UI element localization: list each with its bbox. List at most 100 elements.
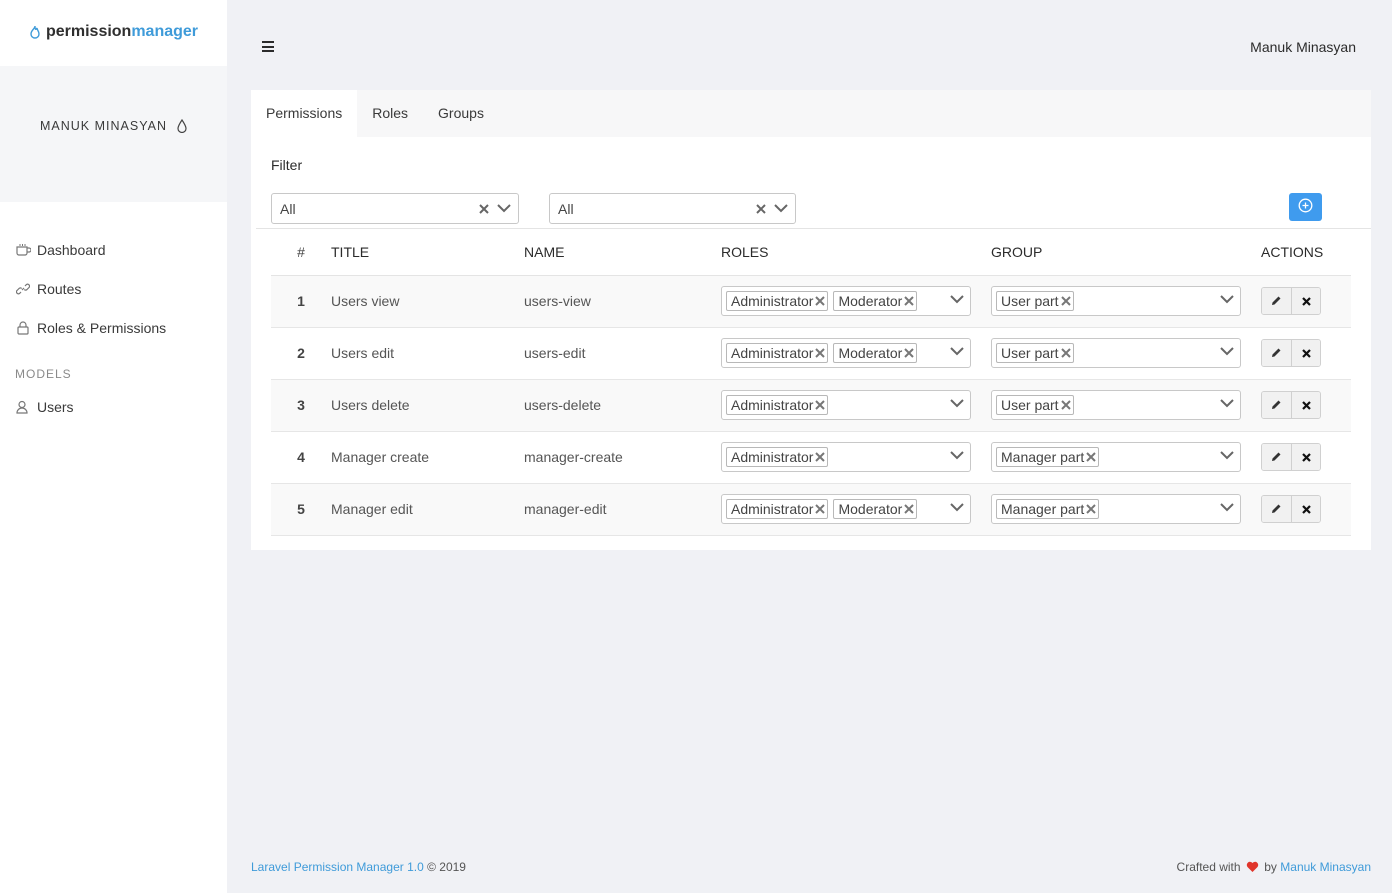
pencil-icon [1271, 345, 1282, 361]
role-tag: Moderator [833, 499, 918, 519]
role-tag: Administrator [726, 499, 829, 519]
filter-groups-select[interactable]: All [549, 193, 796, 224]
tab-permissions[interactable]: Permissions [251, 90, 358, 137]
chevron-down-icon[interactable] [950, 451, 964, 460]
chevron-down-icon[interactable] [950, 295, 964, 304]
edit-button[interactable] [1262, 288, 1291, 314]
remove-tag-icon[interactable] [904, 296, 914, 306]
group-multiselect[interactable]: User part [991, 286, 1241, 316]
group-multiselect[interactable]: Manager part [991, 494, 1241, 524]
cell-title: Users edit [331, 327, 524, 380]
column-header-actions: ACTIONS [1261, 229, 1351, 276]
group-multiselect[interactable]: User part [991, 338, 1241, 368]
tab-roles[interactable]: Roles [357, 90, 423, 137]
tag-label: User part [1001, 345, 1059, 361]
cell-actions [1261, 431, 1351, 484]
tag-label: Moderator [838, 293, 903, 309]
roles-multiselect[interactable]: Administrator [721, 390, 971, 420]
edit-button[interactable] [1262, 340, 1291, 366]
remove-tag-icon[interactable] [815, 296, 826, 306]
tag-label: Moderator [838, 345, 903, 361]
app-logo[interactable]: permission manager [0, 0, 227, 66]
add-permission-button[interactable] [1289, 193, 1322, 221]
sidebar-item-roles-permissions[interactable]: Roles & Permissions [0, 308, 227, 347]
footer-author-link[interactable]: Manuk Minasyan [1280, 860, 1371, 874]
times-icon [1301, 397, 1311, 413]
delete-button[interactable] [1291, 288, 1320, 314]
remove-tag-icon[interactable] [815, 452, 826, 462]
table-header-row: # TITLE NAME ROLES GROUP ACTIONS [271, 229, 1351, 276]
roles-multiselect[interactable]: Administrator Moderator [721, 494, 971, 524]
pencil-icon [1271, 397, 1282, 413]
sidebar-user-name: MANUK MINASYAN [40, 119, 167, 133]
link-icon [15, 281, 31, 297]
delete-button[interactable] [1291, 392, 1320, 418]
sidebar-section-models: MODELS [15, 367, 72, 381]
group-multiselect[interactable]: Manager part [991, 442, 1241, 472]
edit-button[interactable] [1262, 444, 1291, 470]
sidebar-item-routes[interactable]: Routes [0, 269, 227, 308]
tab-groups[interactable]: Groups [423, 90, 499, 137]
tag-label: Administrator [731, 293, 814, 309]
delete-button[interactable] [1291, 496, 1320, 522]
chevron-down-icon[interactable] [1220, 503, 1234, 512]
filter-roles-select[interactable]: All [271, 193, 519, 224]
remove-tag-icon[interactable] [815, 400, 826, 410]
tag-label: User part [1001, 293, 1059, 309]
chevron-down-icon[interactable] [1220, 295, 1234, 304]
roles-multiselect[interactable]: Administrator Moderator [721, 338, 971, 368]
cell-num: 4 [271, 431, 331, 484]
column-header-num: # [271, 229, 331, 276]
footer-product-link[interactable]: Laravel Permission Manager 1.0 [251, 860, 424, 874]
remove-tag-icon[interactable] [815, 348, 826, 358]
cell-roles: Administrator [721, 379, 991, 432]
cell-group: User part [991, 327, 1261, 380]
chevron-down-icon[interactable] [950, 347, 964, 356]
cell-roles: Administrator Moderator [721, 327, 991, 380]
chevron-down-icon[interactable] [773, 204, 789, 213]
edit-button[interactable] [1262, 392, 1291, 418]
cell-group: User part [991, 275, 1261, 328]
chevron-down-icon[interactable] [1220, 347, 1234, 356]
sidebar-nav: Dashboard Routes Roles & Permissions MOD… [0, 202, 227, 426]
table-row: 4 Manager create manager-create Administrat… [271, 431, 1351, 484]
remove-tag-icon[interactable] [1060, 296, 1071, 306]
roles-multiselect[interactable]: Administrator [721, 442, 971, 472]
tag-label: Administrator [731, 397, 814, 413]
clear-icon[interactable] [754, 203, 768, 214]
chevron-down-icon[interactable] [1220, 451, 1234, 460]
group-multiselect[interactable]: User part [991, 390, 1241, 420]
sidebar-user-panel: MANUK MINASYAN [0, 66, 227, 202]
edit-button[interactable] [1262, 496, 1291, 522]
role-tag: Moderator [833, 343, 918, 363]
coffee-cup-icon [15, 242, 31, 258]
remove-tag-icon[interactable] [1086, 504, 1096, 514]
chevron-down-icon[interactable] [950, 399, 964, 408]
cell-group: Manager part [991, 483, 1261, 536]
sidebar-item-users[interactable]: Users [0, 387, 227, 426]
sidebar-item-dashboard[interactable]: Dashboard [0, 230, 227, 269]
delete-button[interactable] [1291, 444, 1320, 470]
header-user-name[interactable]: Manuk Minasyan [1250, 39, 1356, 55]
remove-tag-icon[interactable] [1086, 452, 1096, 462]
remove-tag-icon[interactable] [1060, 348, 1071, 358]
cell-actions [1261, 379, 1351, 432]
remove-tag-icon[interactable] [904, 348, 914, 358]
roles-multiselect[interactable]: Administrator Moderator [721, 286, 971, 316]
remove-tag-icon[interactable] [904, 504, 914, 514]
tag-label: Administrator [731, 501, 814, 517]
chevron-down-icon[interactable] [950, 503, 964, 512]
remove-tag-icon[interactable] [1060, 400, 1071, 410]
table-row: 2 Users edit users-edit Administrator Modera… [271, 327, 1351, 380]
role-tag: Moderator [833, 291, 918, 311]
table-row: 3 Users delete users-delete Administrator Us… [271, 379, 1351, 432]
chevron-down-icon[interactable] [1220, 399, 1234, 408]
chevron-down-icon[interactable] [496, 204, 512, 213]
row-actions [1261, 287, 1321, 315]
menu-toggle-icon[interactable] [262, 41, 274, 52]
cell-title: Manager edit [331, 483, 524, 536]
remove-tag-icon[interactable] [815, 504, 826, 514]
delete-button[interactable] [1291, 340, 1320, 366]
clear-icon[interactable] [477, 203, 491, 214]
group-tag: Manager part [996, 447, 1100, 467]
